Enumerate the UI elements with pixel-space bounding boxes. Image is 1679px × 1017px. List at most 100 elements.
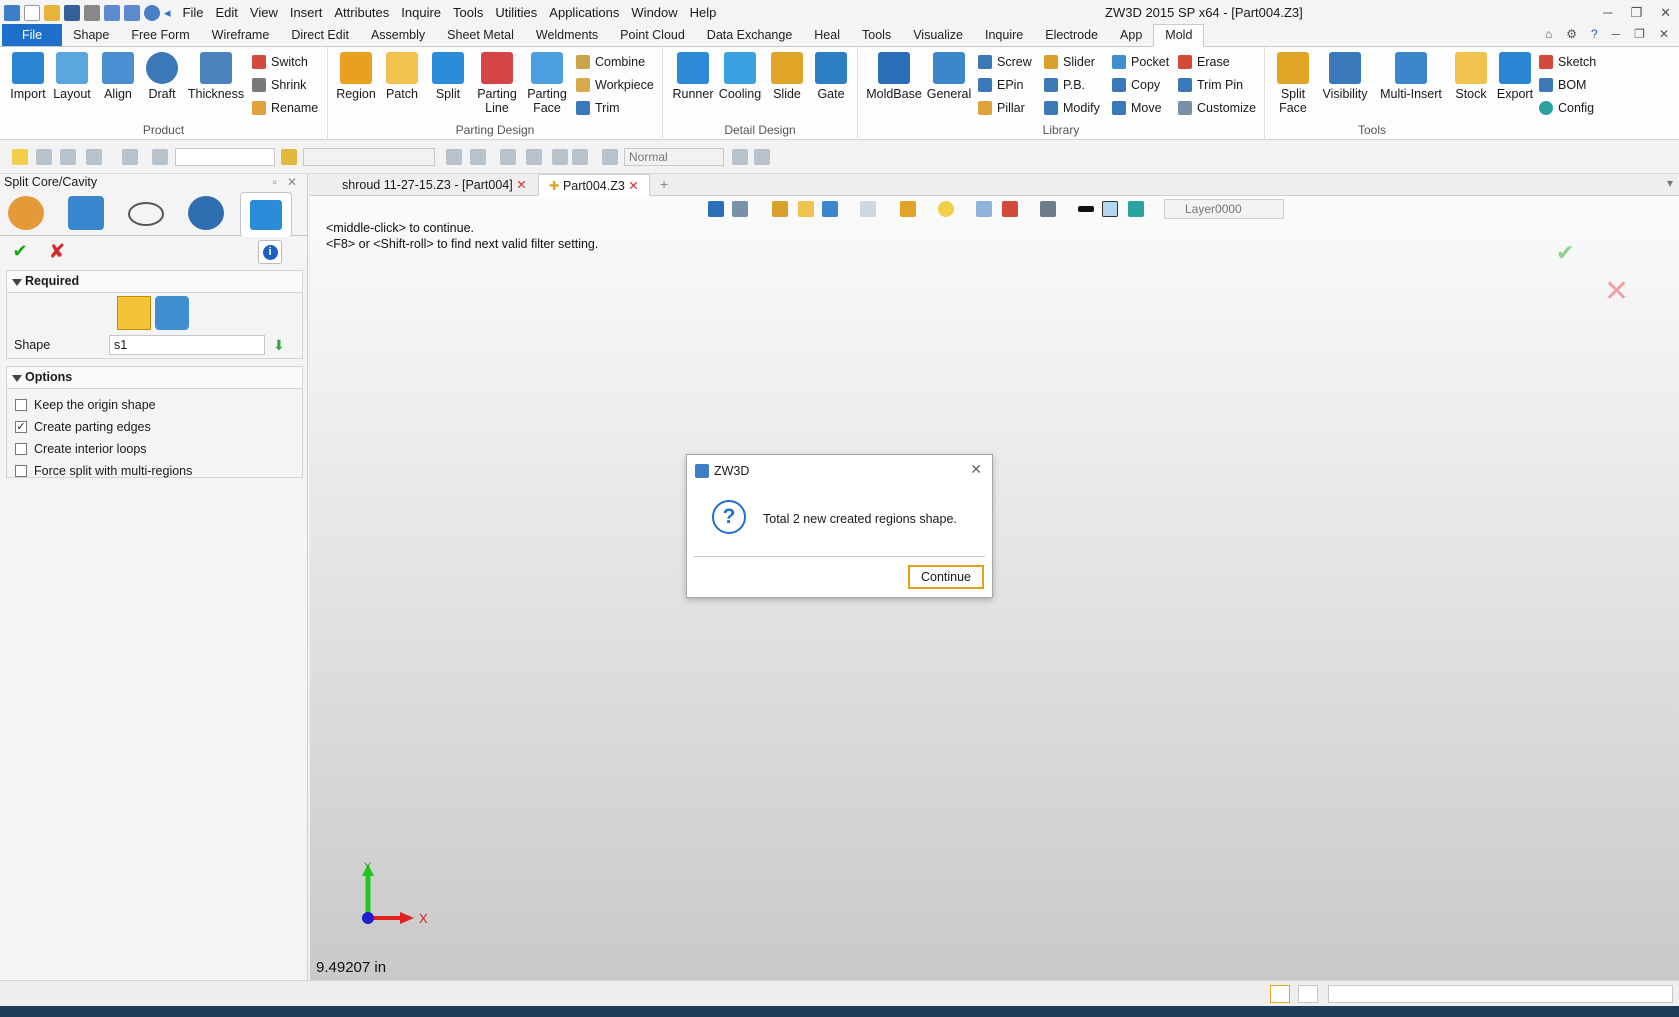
import-button[interactable]: Import <box>6 52 50 101</box>
tab-heal[interactable]: Heal <box>803 25 851 46</box>
stock-button[interactable]: Stock <box>1449 52 1493 101</box>
exit-icon[interactable] <box>708 201 724 217</box>
rename-button[interactable]: Rename <box>252 99 318 117</box>
layout-toggle-icon[interactable] <box>1270 985 1290 1003</box>
close-window-icon[interactable]: ✕ <box>1660 0 1671 25</box>
tab-wireframe[interactable]: Wireframe <box>201 25 281 46</box>
config-button[interactable]: Config <box>1539 99 1594 117</box>
combine-button[interactable]: Combine <box>576 53 645 71</box>
pb-button[interactable]: P.B. <box>1044 76 1085 94</box>
split-option-icon[interactable] <box>117 296 151 330</box>
list-toggle-icon[interactable] <box>1298 985 1318 1003</box>
doc-minimize-icon[interactable]: ─ <box>1612 27 1621 41</box>
select-pointer-icon[interactable] <box>12 149 28 165</box>
viewport-ok-icon[interactable]: ✔ <box>1556 240 1574 266</box>
general-button[interactable]: General <box>924 52 974 101</box>
continue-button[interactable]: Continue <box>908 565 984 589</box>
slider-button[interactable]: Slider <box>1044 53 1095 71</box>
tab-app[interactable]: App <box>1109 25 1153 46</box>
runner-button[interactable]: Runner <box>671 52 715 101</box>
tab-visualize[interactable]: Visualize <box>902 25 974 46</box>
core-cavity-option-icon[interactable] <box>155 296 189 330</box>
help-icon[interactable]: ? <box>1591 27 1598 41</box>
keep-origin-shape-checkbox[interactable]: Keep the origin shape <box>15 398 156 412</box>
layer-icon[interactable] <box>1128 201 1144 217</box>
snap-icon-1[interactable] <box>446 149 462 165</box>
color-black-icon[interactable] <box>1078 206 1094 212</box>
glasses-tab-icon[interactable] <box>128 202 164 226</box>
stamp-tab-icon[interactable] <box>68 196 104 230</box>
pick-mode-combo[interactable]: Normal <box>624 148 724 166</box>
panel-close-icon[interactable]: ✕ <box>287 175 297 189</box>
tab-mold[interactable]: Mold <box>1153 24 1205 47</box>
menu-view[interactable]: View <box>244 0 284 25</box>
layout-button[interactable]: Layout <box>50 52 94 101</box>
menu-help[interactable]: Help <box>684 0 723 25</box>
tab-data-exchange[interactable]: Data Exchange <box>696 25 803 46</box>
tab-inquire[interactable]: Inquire <box>974 25 1034 46</box>
line-pick-icon[interactable] <box>60 149 76 165</box>
create-parting-edges-checkbox[interactable]: ✓ Create parting edges <box>15 420 151 434</box>
section-icon[interactable] <box>1002 201 1018 217</box>
redo-icon[interactable] <box>124 4 140 21</box>
pick-icon[interactable] <box>36 149 52 165</box>
pillar-button[interactable]: Pillar <box>978 99 1025 117</box>
multi-insert-button[interactable]: Multi-Insert <box>1375 52 1447 101</box>
menu-utilities[interactable]: Utilities <box>489 0 543 25</box>
filter-combo[interactable] <box>175 148 275 166</box>
patch-button[interactable]: Patch <box>380 52 424 101</box>
menu-attributes[interactable]: Attributes <box>328 0 395 25</box>
settings-small-icon[interactable] <box>754 149 770 165</box>
render-icon[interactable] <box>900 201 916 217</box>
menu-insert[interactable]: Insert <box>284 0 329 25</box>
align-button[interactable]: Align <box>96 52 140 101</box>
shape-select-icon[interactable] <box>122 149 138 165</box>
snap-icon-6[interactable] <box>572 149 588 165</box>
trim-pin-button[interactable]: Trim Pin <box>1178 76 1243 94</box>
menu-window[interactable]: Window <box>625 0 683 25</box>
menu-edit[interactable]: Edit <box>209 0 243 25</box>
measure-icon[interactable] <box>772 201 788 217</box>
thickness-button[interactable]: Thickness <box>186 52 246 101</box>
tab-weldments[interactable]: Weldments <box>525 25 609 46</box>
dialog-close-icon[interactable]: ✕ <box>970 461 982 478</box>
region-button[interactable]: Region <box>334 52 378 101</box>
switch-button[interactable]: Switch <box>252 53 308 71</box>
tab-assembly[interactable]: Assembly <box>360 25 436 46</box>
graphics-viewport[interactable]: Layer0000 <middle-click> to continue. <F… <box>310 196 1679 980</box>
filter-icon[interactable] <box>152 149 168 165</box>
pin-icon[interactable]: ▫ <box>273 175 277 189</box>
workpiece-button[interactable]: Workpiece <box>576 76 654 94</box>
undo-icon[interactable] <box>104 4 120 21</box>
fit-view-icon[interactable] <box>976 201 992 217</box>
force-split-checkbox[interactable]: Force split with multi-regions <box>15 464 192 478</box>
erase-button[interactable]: Erase <box>1178 53 1230 71</box>
tab-electrode[interactable]: Electrode <box>1034 25 1109 46</box>
create-interior-loops-checkbox[interactable]: Create interior loops <box>15 442 147 456</box>
tab-point-cloud[interactable]: Point Cloud <box>609 25 696 46</box>
box-select-icon[interactable] <box>86 149 102 165</box>
view-orient-icon[interactable] <box>732 201 748 217</box>
snap-icon-3[interactable] <box>500 149 516 165</box>
split-button[interactable]: Split <box>426 52 470 101</box>
cancel-button[interactable]: ✘ <box>46 240 68 263</box>
draft-button[interactable]: Draft <box>140 52 184 101</box>
tab-close-icon[interactable]: ✕ <box>516 178 526 192</box>
active-filter-icon[interactable] <box>281 149 297 165</box>
shape-pick-icon[interactable]: ⬇ <box>273 337 285 354</box>
menu-tools[interactable]: Tools <box>447 0 489 25</box>
layer-combo[interactable]: Layer0000 <box>1164 199 1284 219</box>
copy-button[interactable]: Copy <box>1112 76 1160 94</box>
print-icon[interactable] <box>84 4 100 21</box>
back-arrow-icon[interactable]: ◂ <box>164 5 171 21</box>
pocket-button[interactable]: Pocket <box>1112 53 1169 71</box>
doc-restore-icon[interactable]: ❐ <box>1634 27 1645 41</box>
tab-file[interactable]: File <box>2 24 63 46</box>
cooling-button[interactable]: Cooling <box>717 52 763 101</box>
save-icon[interactable] <box>64 4 80 21</box>
shade-icon[interactable] <box>798 201 814 217</box>
refresh-icon[interactable] <box>144 4 160 21</box>
doc-close-icon[interactable]: ✕ <box>1659 27 1669 41</box>
tab-shape[interactable]: Shape <box>62 25 120 46</box>
split-face-button[interactable]: Split Face <box>1271 52 1315 115</box>
